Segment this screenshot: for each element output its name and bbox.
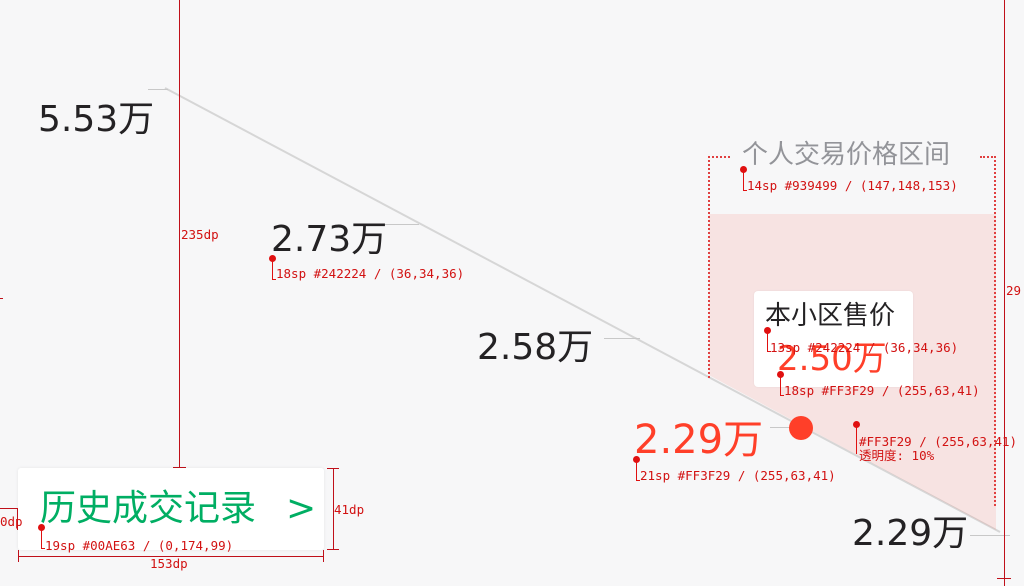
range-right-border (994, 156, 996, 506)
tick-mid (604, 338, 640, 339)
spec-marker-stem (780, 374, 781, 396)
range-top-right-border (980, 156, 996, 158)
history-records-label[interactable]: 历史成交记录 (40, 491, 256, 527)
button-height-cap-top (327, 468, 339, 469)
tick-high (148, 89, 168, 90)
spec-marker-stem (636, 459, 637, 481)
button-height-label: 41dp (334, 502, 365, 517)
community-title-spec-text: 13sp #242224 / (36,34,36) (770, 340, 959, 355)
right-edge-cap (997, 578, 1011, 579)
spec-marker-stem (767, 330, 768, 352)
community-title: 本小区售价 (765, 301, 896, 331)
range-height-label: 29 (1006, 283, 1022, 298)
price-label-mid-high: 2.73万 (271, 219, 388, 260)
left-margin-line (0, 508, 18, 509)
button-width-cap-left (18, 550, 19, 562)
tick-mid-high (385, 224, 419, 225)
history-spec-text: 19sp #00AE63 / (0,174,99) (45, 538, 234, 553)
range-left-border (708, 156, 710, 378)
community-price-spec-text: 18sp #FF3F29 / (255,63,41) (784, 383, 980, 398)
spec-marker-stem (856, 424, 857, 454)
left-margin-label: 0dp (0, 514, 23, 529)
spec-marker-stem (41, 527, 42, 549)
current-price-spec-text: 21sp #FF3F29 / (255,63,41) (640, 468, 836, 483)
chart-height-label: 235dp (181, 227, 219, 242)
range-opacity-spec-text: 透明度: 10% (859, 448, 935, 463)
price-label-max: 5.53万 (38, 99, 155, 140)
range-top-left-border (708, 156, 730, 158)
current-price-dot (789, 416, 813, 440)
button-height-cap-bottom (327, 549, 339, 550)
current-price-label: 2.29万 (634, 417, 764, 463)
chart-height-line (179, 0, 180, 468)
price-label-mid: 2.58万 (477, 327, 594, 368)
spec-marker-stem (272, 258, 273, 280)
button-width-cap-right (323, 550, 324, 562)
chevron-right-icon[interactable]: > (286, 491, 316, 527)
range-title-spec-text: 14sp #939499 / (147,148,153) (747, 178, 958, 193)
personal-range-title: 个人交易价格区间 (742, 140, 951, 170)
label-spec-text: 18sp #242224 / (36,34,36) (276, 266, 465, 281)
left-edge-tick (0, 298, 3, 299)
button-width-label: 153dp (150, 556, 188, 571)
spec-marker-stem (743, 169, 744, 191)
right-edge-line (1004, 0, 1005, 586)
price-label-min: 2.29万 (852, 513, 969, 554)
range-fill-spec-text: #FF3F29 / (255,63,41) (859, 434, 1018, 449)
